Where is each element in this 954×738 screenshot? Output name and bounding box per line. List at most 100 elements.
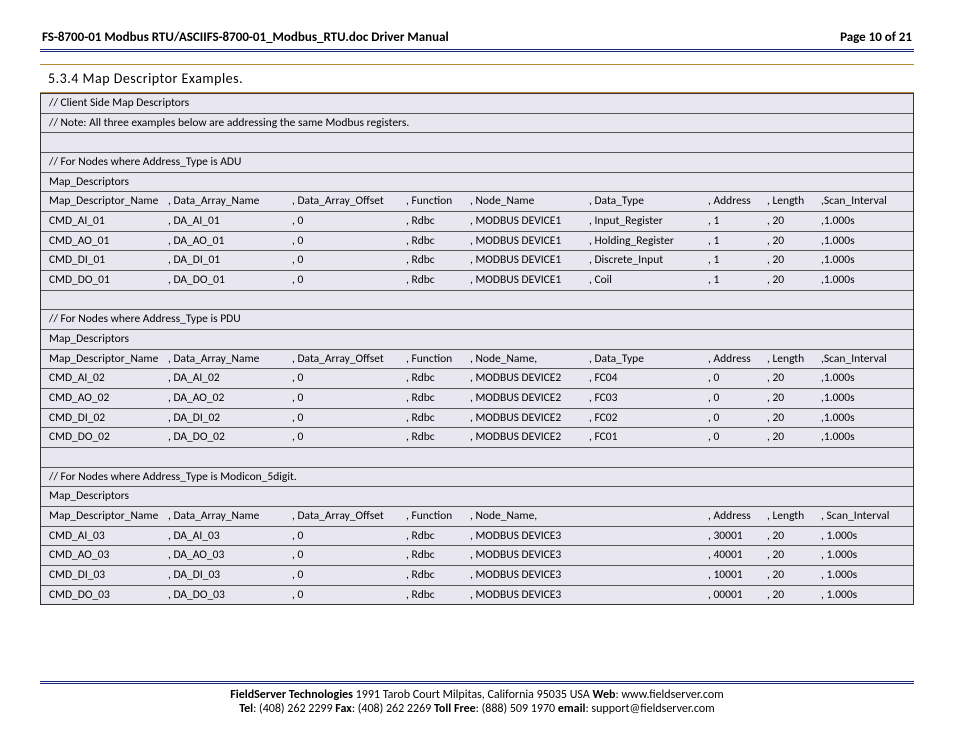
footer-tollfree: : (888) 509 1970 [476, 702, 558, 716]
cell: , Coil [589, 272, 704, 289]
cell: , DA_DO_02 [168, 429, 288, 446]
footer-fax-label: Fax [335, 702, 352, 716]
cell: ,1.000s [821, 272, 901, 289]
table-row: CMD_DO_01, DA_DO_01, 0, Rdbc, MODBUS DEV… [41, 270, 913, 290]
col: , Data_Array_Name [168, 508, 288, 525]
col: , Data_Array_Offset [292, 193, 402, 210]
cell: , 0 [292, 429, 402, 446]
footer-line-1: FieldServer Technologies 1991 Tarob Cour… [0, 688, 954, 702]
cell: CMD_AI_02 [49, 370, 164, 387]
col: ,Scan_Interval [821, 351, 901, 368]
cell: , 1 [708, 272, 763, 289]
cell: CMD_DO_03 [49, 587, 164, 604]
cell: , MODBUS DEVICE3 [470, 587, 590, 604]
col: , Length [767, 193, 817, 210]
table-row: CMD_AO_01, DA_AO_01, 0, Rdbc, MODBUS DEV… [41, 231, 913, 251]
col: , Scan_Interval [821, 508, 901, 525]
cell: , Holding_Register [589, 233, 704, 250]
label-line: Map_Descriptors [41, 486, 913, 506]
table-row: CMD_AI_01, DA_AI_01, 0, Rdbc, MODBUS DEV… [41, 211, 913, 231]
col: , Address [708, 351, 763, 368]
col: Map_Descriptor_Name [49, 508, 164, 525]
col: , Data_Array_Name [168, 351, 288, 368]
cell: , 1.000s [821, 567, 901, 584]
cell: , MODBUS DEVICE1 [470, 272, 585, 289]
cell: CMD_DI_02 [49, 410, 164, 427]
col: , Data_Array_Name [168, 193, 288, 210]
cell: , 20 [767, 272, 817, 289]
cell: , 10001 [708, 567, 763, 584]
cell: , DA_DI_01 [168, 252, 288, 269]
col: , Length [767, 351, 817, 368]
table-row: CMD_DI_01, DA_DI_01, 0, Rdbc, MODBUS DEV… [41, 250, 913, 270]
cell: , 0 [708, 410, 763, 427]
column-headers: Map_Descriptor_Name , Data_Array_Name , … [41, 191, 913, 211]
cell: , 1.000s [821, 587, 901, 604]
example-code-box: // Client Side Map Descriptors // Note: … [40, 93, 914, 605]
cell: , Rdbc [406, 390, 466, 407]
cell: , 40001 [708, 547, 763, 564]
cell: , Rdbc [406, 233, 466, 250]
cell: CMD_AI_03 [49, 528, 164, 545]
cell: , MODBUS DEVICE1 [470, 252, 585, 269]
cell: CMD_AO_03 [49, 547, 164, 564]
cell: ,1.000s [821, 429, 901, 446]
col: , Address [708, 193, 763, 210]
footer-company: FieldServer Technologies [230, 688, 353, 702]
comment-line: // For Nodes where Address_Type is ADU [41, 152, 913, 172]
cell: , DA_DI_02 [168, 410, 288, 427]
col: , Node_Name, [470, 508, 590, 525]
cell: , DA_DO_01 [168, 272, 288, 289]
footer-email-label: email [558, 702, 586, 716]
label-line: Map_Descriptors [41, 172, 913, 192]
cell: CMD_AO_02 [49, 390, 164, 407]
col: , Address [708, 508, 763, 525]
cell: , DA_AI_01 [168, 213, 288, 230]
cell: , Rdbc [406, 528, 466, 545]
table-row: CMD_DO_02, DA_DO_02, 0, Rdbc, MODBUS DEV… [41, 427, 913, 447]
label-line: Map_Descriptors [41, 329, 913, 349]
cell: , 1.000s [821, 528, 901, 545]
table-row: CMD_AO_02, DA_AO_02, 0, Rdbc, MODBUS DEV… [41, 388, 913, 408]
cell: , 0 [292, 410, 402, 427]
cell: , 20 [767, 233, 817, 250]
cell: , DA_AI_03 [168, 528, 288, 545]
col [594, 508, 704, 525]
comment-line: // Client Side Map Descriptors [41, 94, 913, 114]
footer-tollfree-label: Toll Free [434, 702, 476, 716]
cell: , Input_Register [589, 213, 704, 230]
cell: , 30001 [708, 528, 763, 545]
cell: ,1.000s [821, 390, 901, 407]
col: Map_Descriptor_Name [49, 193, 164, 210]
cell: , MODBUS DEVICE3 [470, 528, 590, 545]
col: , Data_Array_Offset [292, 508, 402, 525]
cell [594, 567, 704, 584]
table-row: CMD_AI_02, DA_AI_02, 0, Rdbc, MODBUS DEV… [41, 368, 913, 388]
cell: , 0 [708, 429, 763, 446]
cell: CMD_DI_01 [49, 252, 164, 269]
cell: , 0 [708, 370, 763, 387]
cell: , DA_AO_02 [168, 390, 288, 407]
cell: , 20 [767, 370, 817, 387]
blank-line [41, 133, 913, 152]
cell: , MODBUS DEVICE2 [470, 390, 585, 407]
col: , Data_Array_Offset [292, 351, 402, 368]
col: , Data_Type [589, 193, 704, 210]
table-row: CMD_DI_03, DA_DI_03, 0, Rdbc, MODBUS DEV… [41, 565, 913, 585]
cell: , Rdbc [406, 213, 466, 230]
footer-tel: : (408) 262 2299 [253, 702, 335, 716]
cell: , 20 [767, 410, 817, 427]
cell: , MODBUS DEVICE2 [470, 410, 585, 427]
cell: , 20 [767, 390, 817, 407]
cell: , Rdbc [406, 272, 466, 289]
cell: ,1.000s [821, 233, 901, 250]
page-number: Page 10 of 21 [840, 30, 912, 45]
column-headers: Map_Descriptor_Name , Data_Array_Name , … [41, 349, 913, 369]
cell: , Rdbc [406, 429, 466, 446]
table-row: CMD_DI_02, DA_DI_02, 0, Rdbc, MODBUS DEV… [41, 408, 913, 428]
col: , Data_Type [589, 351, 704, 368]
cell: , DA_DO_03 [168, 587, 288, 604]
cell: , 0 [292, 213, 402, 230]
document-page: FS-8700-01 Modbus RTU/ASCIIFS-8700-01_Mo… [0, 0, 954, 738]
comment-line: // Note: All three examples below are ad… [41, 114, 913, 134]
